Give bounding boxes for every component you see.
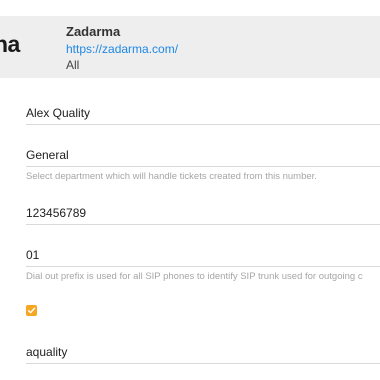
zadarma-logo: na xyxy=(0,31,20,57)
agent-name-field[interactable]: Alex Quality xyxy=(26,104,380,125)
enabled-checkbox[interactable] xyxy=(26,305,37,316)
dial-out-prefix-value[interactable]: 01 xyxy=(26,246,380,267)
dial-out-prefix-field[interactable]: 01 Dial out prefix is used for all SIP p… xyxy=(26,246,380,282)
department-field[interactable]: General Select department which will han… xyxy=(26,146,380,182)
login-value[interactable]: aquality xyxy=(26,343,380,364)
department-select[interactable]: General xyxy=(26,146,380,167)
department-hint: Select department which will handle tick… xyxy=(26,171,317,182)
check-icon xyxy=(27,307,36,314)
integration-name: Zadarma xyxy=(66,24,121,39)
phone-number-field[interactable]: 123456789 xyxy=(26,204,380,225)
integration-header: na Zadarma https://zadarma.com/ All xyxy=(0,16,380,78)
integration-settings-page: na Zadarma https://zadarma.com/ All Alex… xyxy=(0,0,380,380)
agent-name-value[interactable]: Alex Quality xyxy=(26,104,380,125)
phone-number-value[interactable]: 123456789 xyxy=(26,204,380,225)
dial-out-prefix-hint: Dial out prefix is used for all SIP phon… xyxy=(26,271,363,282)
integration-scope: All xyxy=(66,58,80,72)
login-field[interactable]: aquality xyxy=(26,343,380,364)
integration-url-link[interactable]: https://zadarma.com/ xyxy=(66,42,178,56)
